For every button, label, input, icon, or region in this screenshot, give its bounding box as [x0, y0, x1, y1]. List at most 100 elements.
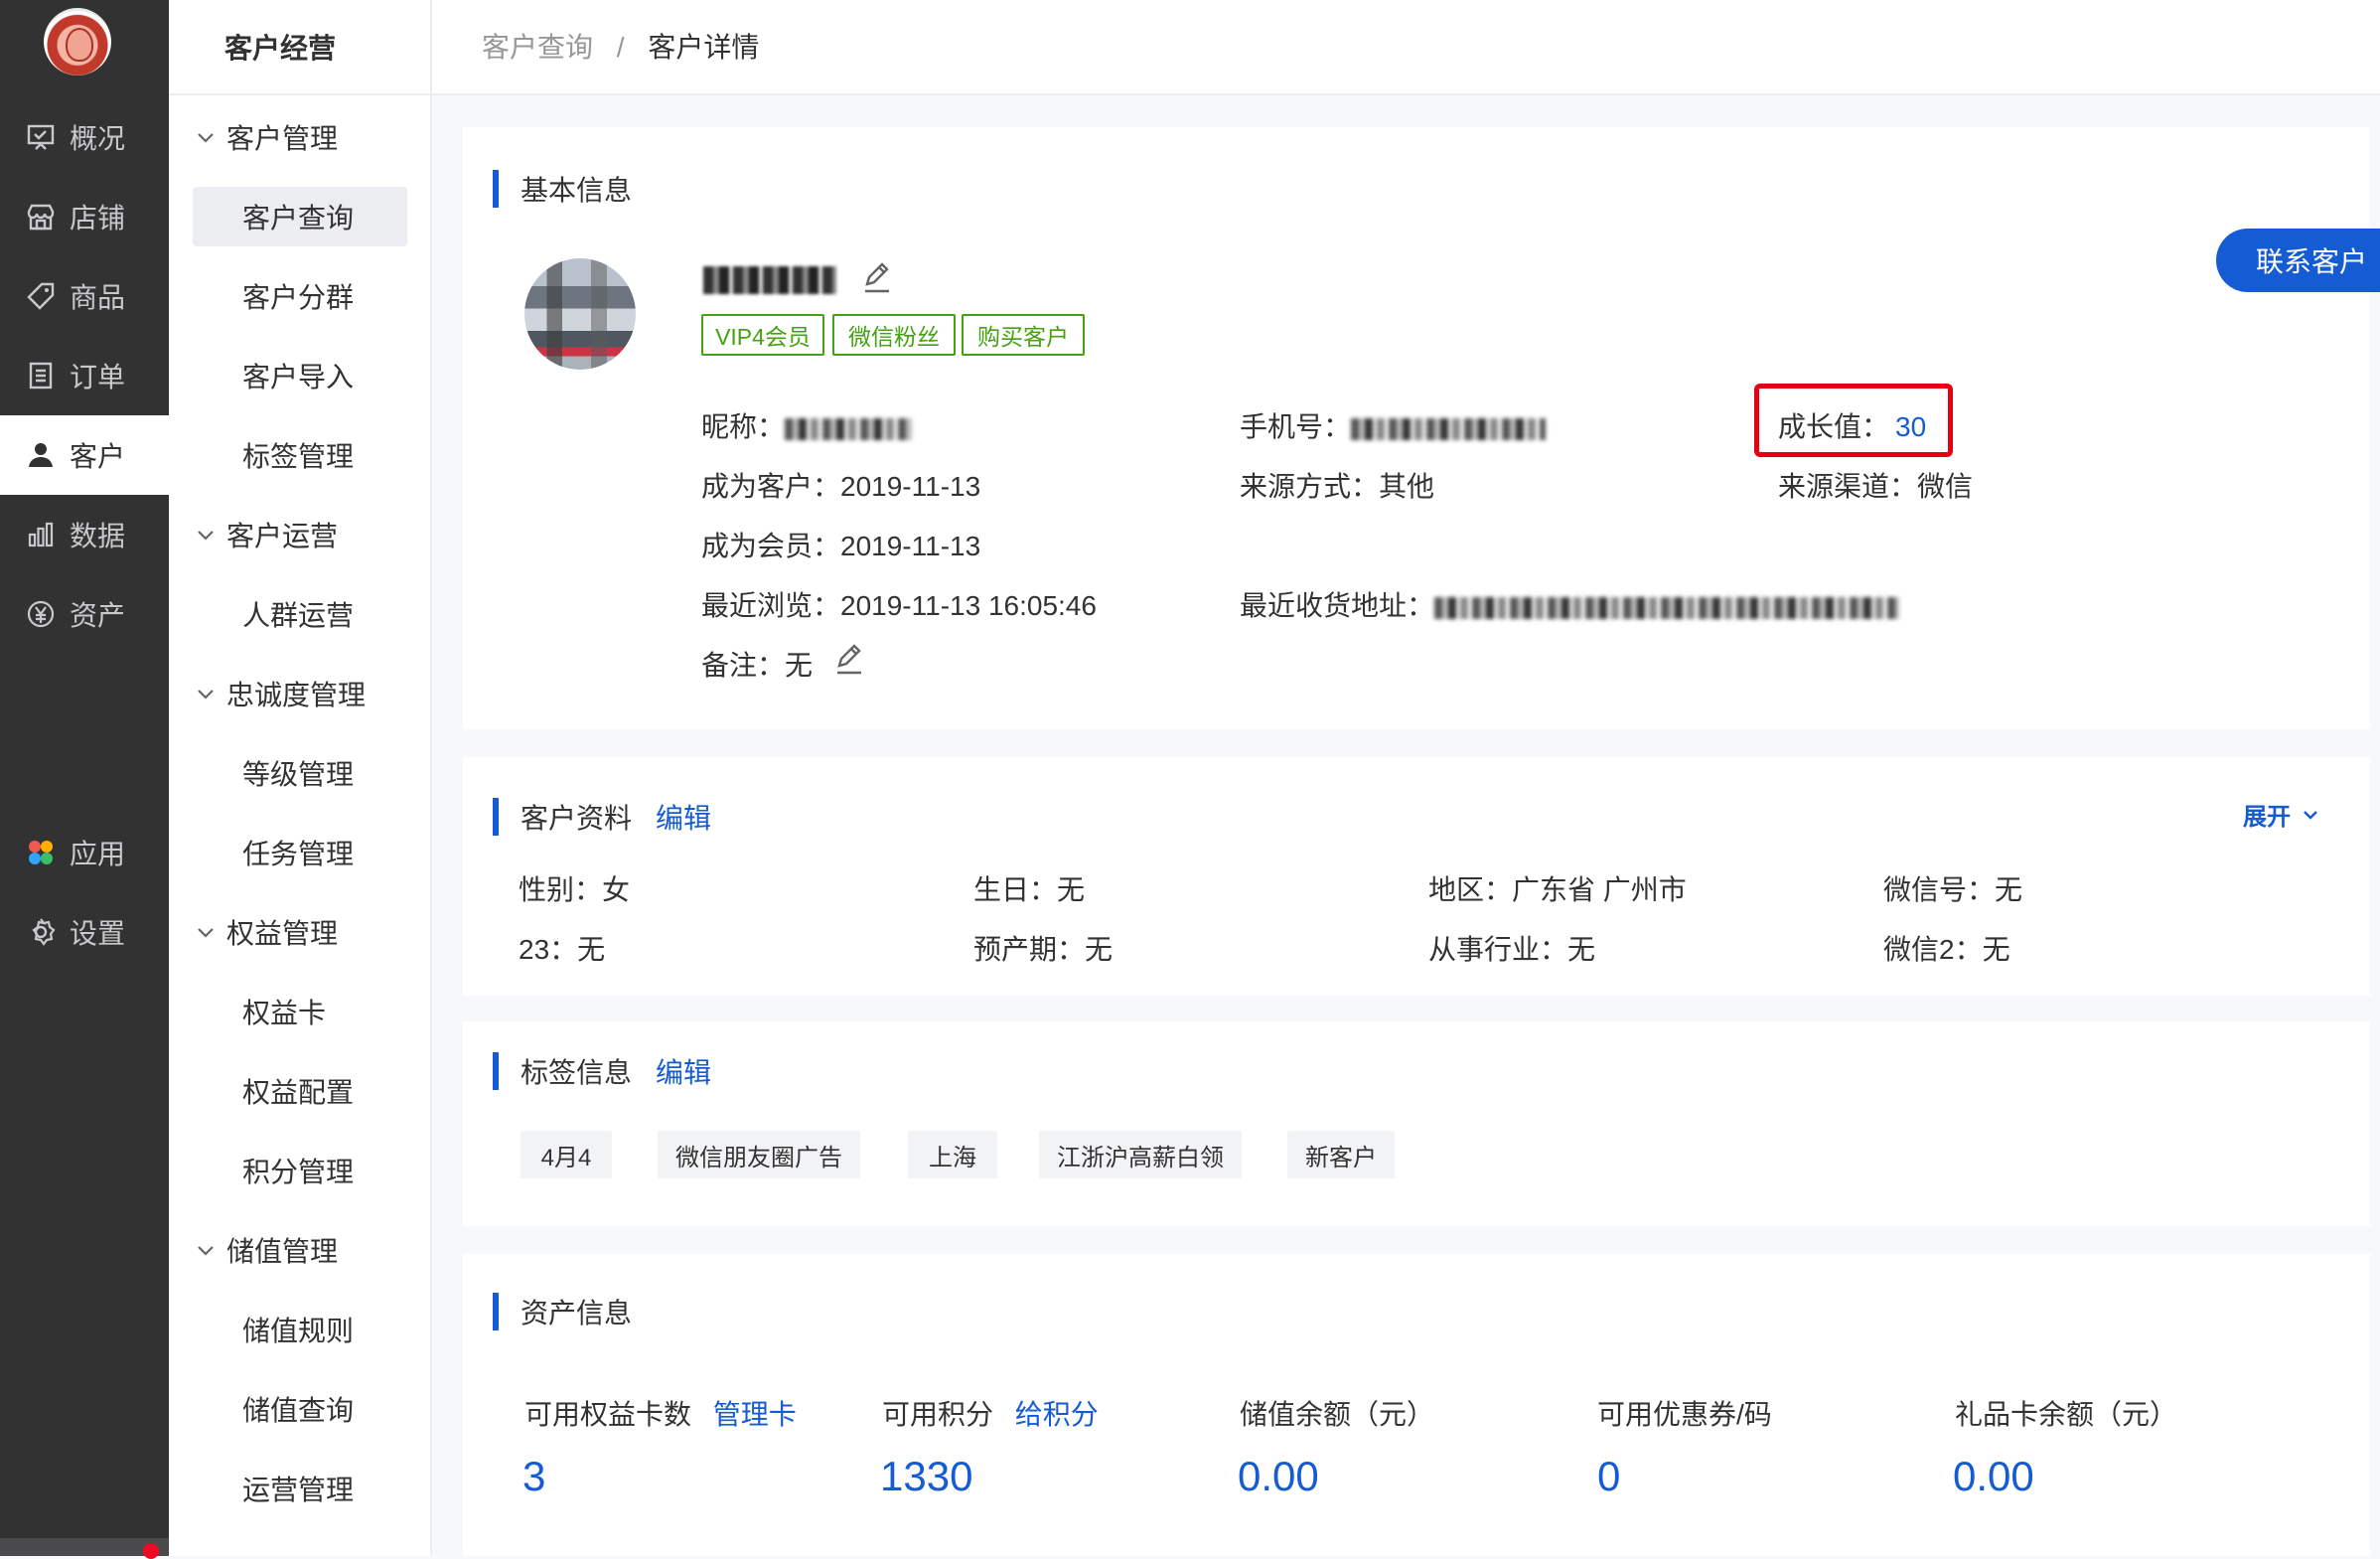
- nickname-label: 昵称：: [701, 411, 786, 442]
- nav-label: 应用: [70, 839, 126, 869]
- nav-item-settings[interactable]: 设置: [0, 892, 169, 972]
- nav-item-customer[interactable]: 客户: [0, 415, 169, 495]
- field-label: 生日：: [973, 874, 1058, 905]
- menu-item-stored-value-query[interactable]: 储值查询: [193, 1379, 407, 1439]
- menu-item-rights-config[interactable]: 权益配置: [193, 1061, 407, 1121]
- asset-label: 礼品卡余额（元）: [1955, 1399, 2178, 1430]
- menu-item-rights-card[interactable]: 权益卡: [193, 982, 407, 1041]
- field-value: 无: [1567, 934, 1596, 965]
- menu-group-loyalty[interactable]: 忠诚度管理: [169, 664, 430, 723]
- breadcrumb-parent[interactable]: 客户查询: [482, 32, 593, 63]
- notification-dot[interactable]: [143, 1543, 159, 1559]
- source-method-value: 其他: [1379, 471, 1435, 502]
- section-accent-bar: [493, 798, 499, 836]
- became-member-value: 2019-11-13: [840, 531, 981, 561]
- source-channel-label: 来源渠道：: [1778, 471, 1918, 502]
- menu-group-rights[interactable]: 权益管理: [169, 902, 430, 962]
- field-label: 从事行业：: [1428, 934, 1568, 965]
- breadcrumb-separator: /: [616, 32, 625, 63]
- nav-item-assets[interactable]: 资产: [0, 574, 169, 654]
- menu-item-task-management[interactable]: 任务管理: [193, 823, 407, 882]
- asset-rights-cards: 可用权益卡数 管理卡: [524, 1393, 797, 1433]
- menu-item-operation-management[interactable]: 运营管理: [193, 1459, 407, 1518]
- field-label: 微信2：: [1883, 934, 1983, 965]
- address-masked: [1434, 596, 1900, 619]
- edit-name-icon[interactable]: [860, 260, 894, 294]
- section-title-text: 资产信息: [521, 1298, 633, 1328]
- became-customer-field: 成为客户：2019-11-13: [701, 465, 980, 505]
- field-value: 无: [1995, 874, 2023, 905]
- asset-label: 可用积分: [882, 1399, 994, 1430]
- edit-remark-icon[interactable]: [832, 642, 866, 676]
- customer-name-masked: [703, 266, 836, 294]
- menu-group-stored-value[interactable]: 储值管理: [169, 1220, 430, 1280]
- secondary-menu: 客户经营 客户管理 客户查询 客户分群 客户导入 标签管理 客户运营 人群运营 …: [169, 0, 432, 1556]
- customer-avatar: [524, 258, 636, 370]
- field-value: 广东省 广州市: [1512, 874, 1687, 905]
- menu-item-crowd-operation[interactable]: 人群运营: [193, 584, 407, 644]
- edit-tags-link[interactable]: 编辑: [656, 1051, 711, 1091]
- profile-field-due-date: 预产期：无: [973, 928, 1113, 968]
- menu-item-level-management[interactable]: 等级管理: [193, 743, 407, 803]
- user-icon: [24, 438, 58, 472]
- section-accent-bar: [493, 170, 499, 208]
- menu-item-points-management[interactable]: 积分管理: [193, 1141, 407, 1200]
- menu-item-customer-query[interactable]: 客户查询: [193, 187, 407, 246]
- chevron-down-icon: [2301, 805, 2320, 825]
- source-method-field: 来源方式：其他: [1240, 465, 1434, 505]
- menu-item-customer-import[interactable]: 客户导入: [193, 346, 407, 405]
- menu-group-customer-operation[interactable]: 客户运营: [169, 505, 430, 564]
- became-customer-label: 成为客户：: [701, 471, 841, 502]
- profile-field-wechat2: 微信2：无: [1883, 928, 2010, 968]
- top-bar: 客户查询 / 客户详情: [432, 0, 2380, 95]
- menu-item-customer-segment[interactable]: 客户分群: [193, 266, 407, 326]
- tag-chip: 新客户: [1287, 1131, 1395, 1178]
- field-label: 预产期：: [973, 934, 1086, 965]
- phone-masked: [1351, 417, 1547, 440]
- edit-profile-link[interactable]: 编辑: [656, 797, 711, 837]
- menu-group-customer-management[interactable]: 客户管理: [169, 107, 430, 167]
- profile-field-birthday: 生日：无: [973, 868, 1085, 908]
- nav-item-goods[interactable]: 商品: [0, 256, 169, 336]
- apps-icon: [24, 836, 58, 869]
- nav-label: 数据: [70, 521, 126, 551]
- menu-item-tag-management[interactable]: 标签管理: [193, 425, 407, 485]
- asset-gift-card: 礼品卡余额（元）: [1955, 1393, 2177, 1433]
- nav-item-apps[interactable]: 应用: [0, 813, 169, 892]
- contact-customer-button[interactable]: 联系客户: [2216, 229, 2380, 292]
- section-title-text: 标签信息: [521, 1057, 633, 1088]
- asset-coupons-value: 0: [1597, 1453, 1621, 1499]
- basic-info-card: 基本信息 VIP4会员 微信粉丝 购买客户 昵称： 手机号： 成长值： 30 成为…: [463, 127, 2370, 729]
- nav-item-orders[interactable]: 订单: [0, 336, 169, 415]
- expand-button[interactable]: 展开: [2243, 797, 2320, 832]
- remark-value: 无: [785, 650, 814, 681]
- became-member-label: 成为会员：: [701, 531, 841, 561]
- customer-profile-card: 客户资料 编辑 展开 性别：女 生日：无 地区：广东省 广州市 微信号：无 23…: [463, 757, 2370, 996]
- chart-icon: [24, 518, 58, 551]
- asset-points-value: 1330: [880, 1453, 973, 1499]
- nav-label: 设置: [70, 918, 126, 949]
- group-label: 权益管理: [226, 918, 339, 949]
- menu-item-stored-value-rules[interactable]: 储值规则: [193, 1300, 407, 1359]
- last-visit-value: 2019-11-13 16:05:46: [840, 590, 1097, 621]
- nav-item-data[interactable]: 数据: [0, 495, 169, 574]
- became-member-field: 成为会员：2019-11-13: [701, 525, 980, 564]
- nav-item-overview[interactable]: 概况: [0, 97, 169, 177]
- manage-cards-link[interactable]: 管理卡: [713, 1399, 797, 1430]
- nav-item-store[interactable]: 店铺: [0, 177, 169, 256]
- give-points-link[interactable]: 给积分: [1015, 1399, 1099, 1430]
- shop-logo[interactable]: [44, 8, 111, 76]
- basic-info-title: 基本信息: [493, 169, 632, 209]
- chevron-down-icon: [195, 126, 217, 148]
- nav-label: 商品: [70, 282, 126, 313]
- chevron-down-icon: [195, 524, 217, 546]
- asset-rights-cards-value: 3: [522, 1453, 546, 1499]
- profile-field-region: 地区：广东省 广州市: [1428, 868, 1687, 908]
- breadcrumb: 客户查询 / 客户详情: [482, 26, 759, 66]
- chevron-down-icon: [195, 683, 217, 704]
- tag-purchase-customer: 购买客户: [962, 314, 1085, 356]
- phone-field: 手机号：: [1240, 405, 1547, 445]
- chevron-down-icon: [195, 1239, 217, 1261]
- profile-field-industry: 从事行业：无: [1428, 928, 1595, 968]
- tag-vip4: VIP4会员: [701, 314, 824, 356]
